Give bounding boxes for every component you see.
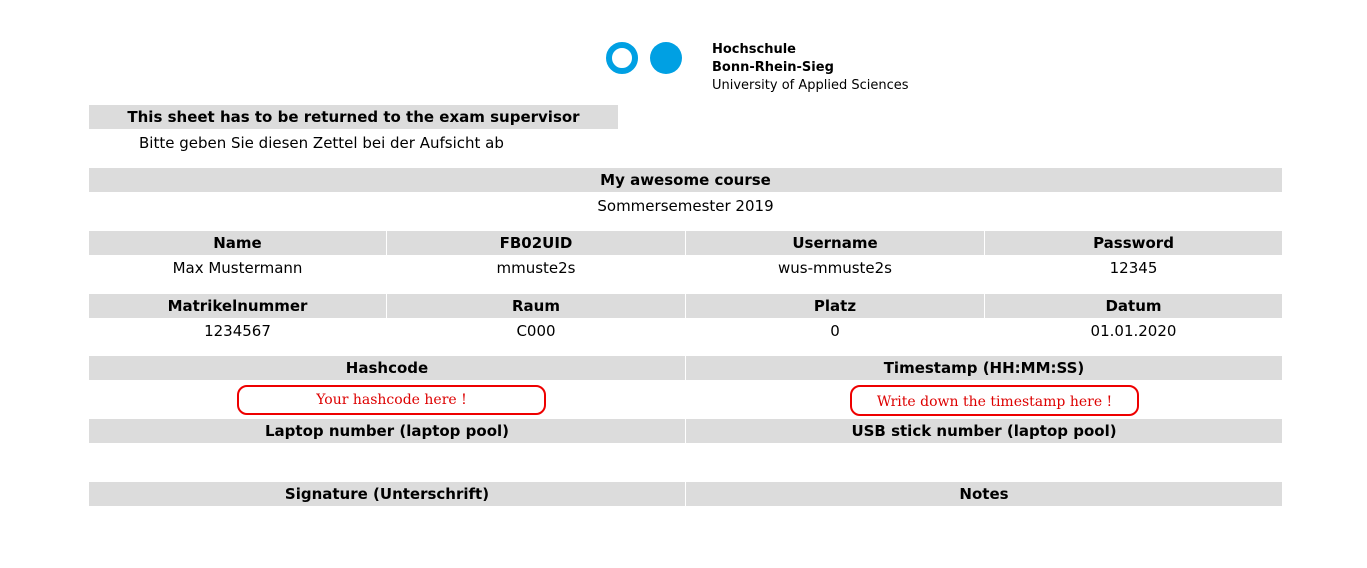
value-raum: C000 bbox=[516, 322, 556, 340]
logo-dot-icon bbox=[650, 42, 682, 74]
header-datum: Datum bbox=[985, 294, 1282, 318]
header-timestamp: Timestamp (HH:MM:SS) bbox=[686, 356, 1282, 380]
value-name: Max Mustermann bbox=[172, 259, 303, 277]
header-fb02uid: FB02UID bbox=[387, 231, 685, 255]
header-password: Password bbox=[985, 231, 1282, 255]
notice-de: Bitte geben Sie diesen Zettel bei der Au… bbox=[139, 134, 504, 152]
value-username: wus-mmuste2s bbox=[777, 259, 893, 277]
header-raum: Raum bbox=[387, 294, 685, 318]
header-laptop-number: Laptop number (laptop pool) bbox=[89, 419, 685, 443]
value-fb02uid: mmuste2s bbox=[496, 259, 576, 277]
logo-line1: Hochschule bbox=[712, 42, 796, 57]
logo-ring-icon bbox=[606, 42, 638, 74]
notice-en: This sheet has to be returned to the exa… bbox=[89, 105, 618, 129]
value-password: 12345 bbox=[1109, 259, 1158, 277]
hashcode-field[interactable]: Your hashcode here ! bbox=[237, 385, 546, 415]
header-signature: Signature (Unterschrift) bbox=[89, 482, 685, 506]
header-username: Username bbox=[686, 231, 984, 255]
logo-line3: University of Applied Sciences bbox=[712, 78, 909, 93]
header-hashcode: Hashcode bbox=[89, 356, 685, 380]
value-datum: 01.01.2020 bbox=[1090, 322, 1177, 340]
semester: Sommersemester 2019 bbox=[597, 197, 774, 215]
course-title: My awesome course bbox=[89, 168, 1282, 192]
header-matrikelnummer: Matrikelnummer bbox=[89, 294, 386, 318]
logo-line2: Bonn-Rhein-Sieg bbox=[712, 60, 834, 75]
value-matrikelnummer: 1234567 bbox=[204, 322, 271, 340]
header-name: Name bbox=[89, 231, 386, 255]
header-notes: Notes bbox=[686, 482, 1282, 506]
header-platz: Platz bbox=[686, 294, 984, 318]
timestamp-field[interactable]: Write down the timestamp here ! bbox=[850, 385, 1139, 416]
header-usb-number: USB stick number (laptop pool) bbox=[686, 419, 1282, 443]
value-platz: 0 bbox=[830, 322, 840, 340]
